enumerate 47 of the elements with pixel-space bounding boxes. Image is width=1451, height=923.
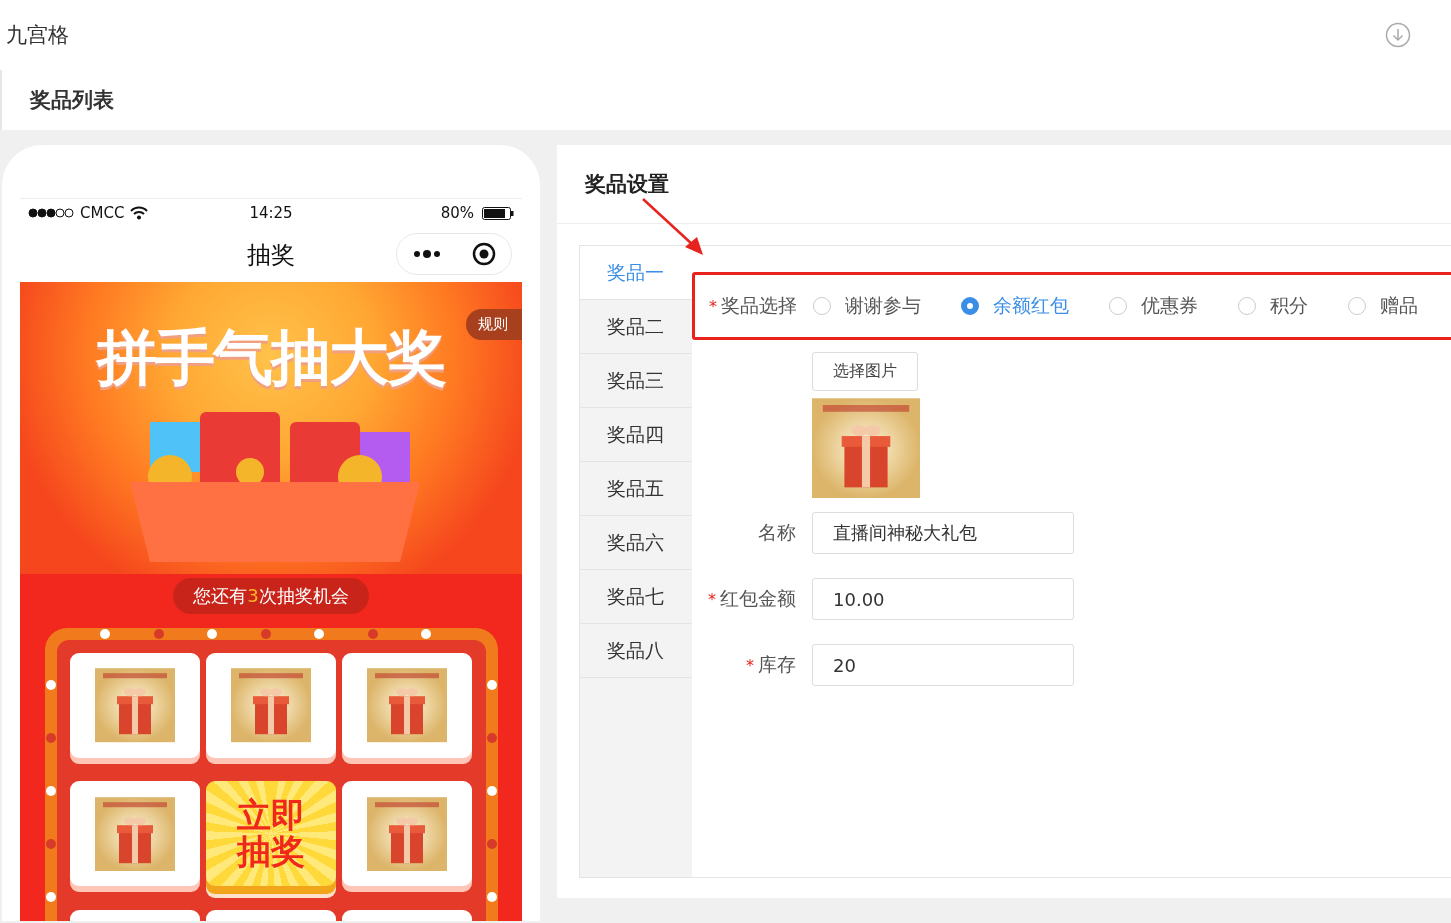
frame-light bbox=[100, 629, 110, 639]
frame-light bbox=[421, 629, 431, 639]
prize-type-radio[interactable]: 谢谢参与 bbox=[813, 293, 921, 319]
frame-light bbox=[46, 786, 56, 796]
clock-time: 14:25 bbox=[249, 204, 293, 222]
text-field[interactable]: 直播间神秘大礼包 bbox=[812, 512, 1074, 555]
section-title: 奖品列表 bbox=[30, 87, 114, 114]
field-label: 红包金额 bbox=[720, 586, 796, 612]
field-label: 库存 bbox=[758, 652, 796, 678]
frame-light bbox=[46, 839, 56, 849]
banner-headline: 拼手气抽大奖 bbox=[95, 321, 447, 394]
frame-light bbox=[46, 733, 56, 743]
panel-title: 奖品设置 bbox=[585, 171, 669, 198]
choose-image-button[interactable]: 选择图片 bbox=[812, 352, 918, 391]
frame-light bbox=[314, 629, 324, 639]
frame-light bbox=[260, 629, 271, 639]
text-field[interactable]: 20 bbox=[812, 644, 1074, 687]
frame-light bbox=[487, 892, 497, 902]
prize-type-radio[interactable]: 优惠券 bbox=[1109, 293, 1198, 319]
required-mark: * bbox=[746, 655, 754, 675]
frame-light bbox=[487, 733, 497, 743]
signal-icon bbox=[28, 208, 74, 218]
more-icon[interactable] bbox=[412, 250, 441, 258]
frame-light bbox=[153, 629, 164, 639]
text-field[interactable]: 10.00 bbox=[812, 578, 1074, 621]
wifi-icon bbox=[130, 206, 149, 220]
frame-light bbox=[487, 680, 497, 690]
field-label: 奖品选择 bbox=[721, 293, 797, 318]
annotation-arrow bbox=[641, 197, 705, 257]
battery-icon bbox=[482, 206, 514, 220]
required-mark: * bbox=[708, 589, 716, 609]
frame-light bbox=[367, 629, 378, 639]
chances-text: 您还有3次抽奖机会 bbox=[173, 578, 369, 614]
field-label: 名称 bbox=[758, 520, 796, 546]
battery-percent: 80% bbox=[440, 204, 474, 222]
prize-type-radio[interactable]: 积分 bbox=[1238, 293, 1308, 319]
rules-button[interactable]: 规则 bbox=[466, 309, 522, 340]
prize-type-radio[interactable]: 赠品 bbox=[1348, 293, 1418, 319]
frame-light bbox=[46, 892, 56, 902]
frame-light bbox=[487, 786, 497, 796]
required-mark: * bbox=[709, 296, 717, 316]
carrier-name: CMCC bbox=[80, 204, 125, 222]
page-title: 九宫格 bbox=[6, 22, 69, 49]
frame-light bbox=[46, 680, 56, 690]
frame-light bbox=[207, 629, 217, 639]
nav-title: 抽奖 bbox=[247, 239, 295, 271]
frame-light bbox=[487, 839, 497, 849]
